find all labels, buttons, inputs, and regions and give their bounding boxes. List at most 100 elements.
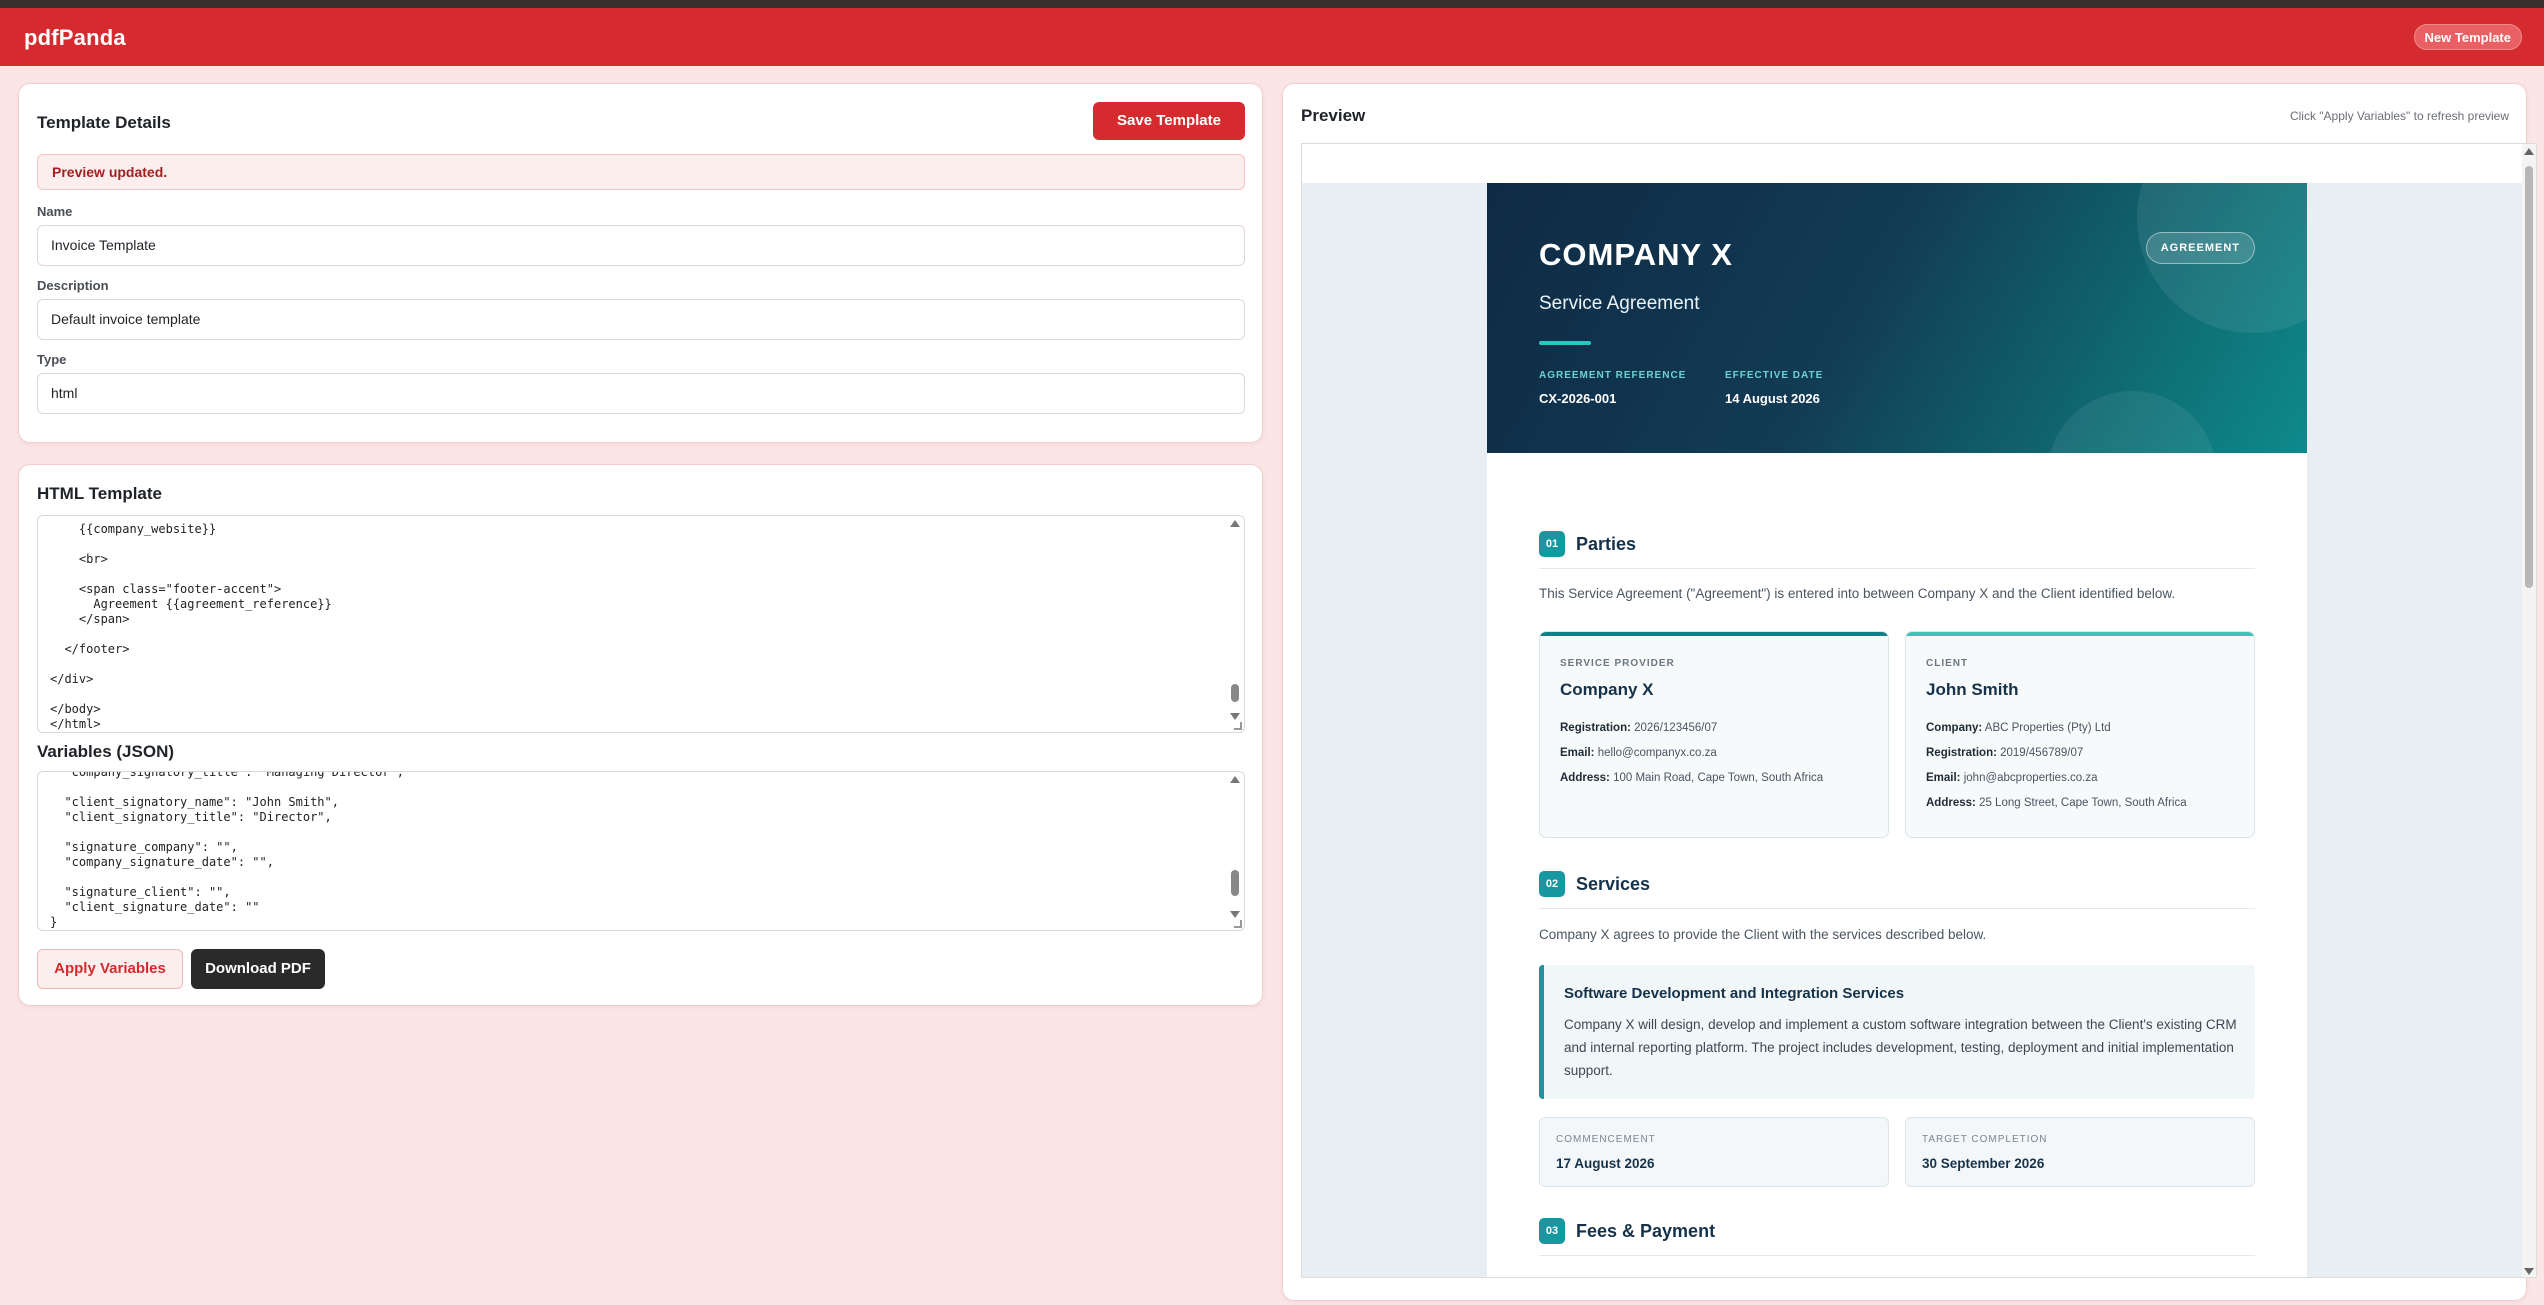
services-intro: Company X agrees to provide the Client w… — [1539, 927, 1987, 942]
document-company: COMPANY X — [1539, 237, 1733, 272]
document-subtitle: Service Agreement — [1539, 293, 1700, 314]
parties-intro: This Service Agreement ("Agreement") is … — [1539, 586, 2176, 601]
client-card: CLIENT John Smith Company: ABC Propertie… — [1905, 631, 2255, 838]
section-title: Fees & Payment — [1576, 1221, 1716, 1241]
commencement-box: COMMENCEMENT 17 August 2026 — [1539, 1117, 1889, 1187]
app-header: pdfPanda New Template — [0, 8, 2544, 66]
accent-bar — [1539, 341, 1591, 345]
provider-name: Company X — [1560, 680, 1654, 699]
row-value: 2019/456789/07 — [2000, 747, 2084, 759]
description-field[interactable]: Default invoice template — [37, 299, 1245, 340]
row-value: john@abcproperties.co.za — [1963, 772, 2098, 784]
apply-variables-button[interactable]: Apply Variables — [37, 949, 183, 989]
preview-frame[interactable]: COMPANY X Service Agreement AGREEMENT RE… — [1301, 143, 2537, 1278]
row-key: Address: — [1926, 797, 1976, 809]
preview-title: Preview — [1301, 106, 1366, 125]
card-accent — [1906, 632, 2254, 636]
scroll-down-icon[interactable] — [2524, 1268, 2534, 1275]
resize-grip-icon[interactable] — [1234, 722, 1242, 730]
type-field[interactable]: html — [37, 373, 1245, 414]
target-completion-box: TARGET COMPLETION 30 September 2026 — [1905, 1117, 2255, 1187]
variables-editor[interactable]: "company_signatory_title": "Managing Dir… — [37, 771, 1245, 931]
section-header-fees: 03 Fees & Payment — [1539, 1218, 2255, 1256]
commencement-value: 17 August 2026 — [1556, 1156, 1655, 1171]
variables-editor-scrollbar[interactable] — [1228, 774, 1242, 928]
row-key: Registration: — [1560, 722, 1631, 734]
client-row: Email: john@abcproperties.co.za — [1926, 772, 2098, 784]
service-description-box: Software Development and Integration Ser… — [1539, 965, 2255, 1099]
effective-date-value: 14 August 2026 — [1725, 391, 1820, 406]
agreement-badge: AGREEMENT — [2145, 232, 2255, 264]
section-header-parties: 01 Parties — [1539, 531, 2255, 569]
scrollbar-thumb[interactable] — [2525, 166, 2533, 588]
row-key: Registration: — [1926, 747, 1997, 759]
template-editor-card: HTML Template {{company_website}} <br> <… — [18, 464, 1263, 1006]
card-accent — [1540, 632, 1888, 636]
agreement-reference-value: CX-2026-001 — [1539, 391, 1617, 406]
row-value: 25 Long Street, Cape Town, South Africa — [1979, 797, 2187, 809]
variables-code: "company_signatory_title": "Managing Dir… — [50, 771, 405, 929]
section-number: 03 — [1539, 1218, 1565, 1244]
html-template-title: HTML Template — [37, 484, 162, 503]
section-number: 01 — [1539, 531, 1565, 557]
provider-row: Address: 100 Main Road, Cape Town, South… — [1560, 772, 1823, 784]
commencement-label: COMMENCEMENT — [1556, 1134, 1656, 1145]
row-key: Email: — [1926, 772, 1961, 784]
section-title: Parties — [1576, 534, 1637, 554]
section-number: 02 — [1539, 871, 1565, 897]
preview-updated-alert: Preview updated. — [37, 154, 1245, 190]
scroll-up-icon[interactable] — [1230, 520, 1240, 527]
resize-grip-icon[interactable] — [1234, 920, 1242, 928]
preview-hint: Click "Apply Variables" to refresh previ… — [2289, 109, 2509, 123]
client-row: Registration: 2019/456789/07 — [1926, 747, 2083, 759]
window-top-strip — [0, 0, 2544, 8]
row-key: Company: — [1926, 722, 1983, 734]
client-row: Company: ABC Properties (Pty) Ltd — [1926, 722, 2111, 734]
name-field[interactable]: Invoice Template — [37, 225, 1245, 266]
name-label: Name — [37, 204, 73, 219]
service-title: Software Development and Integration Ser… — [1564, 985, 1905, 1002]
service-provider-card: SERVICE PROVIDER Company X Registration:… — [1539, 631, 1889, 838]
provider-label: SERVICE PROVIDER — [1560, 658, 1675, 669]
scroll-down-icon[interactable] — [1230, 713, 1240, 720]
provider-row: Registration: 2026/123456/07 — [1560, 722, 1717, 734]
target-completion-label: TARGET COMPLETION — [1922, 1134, 2048, 1145]
description-label: Description — [37, 278, 109, 293]
html-template-editor[interactable]: {{company_website}} <br> <span class="fo… — [37, 515, 1245, 733]
html-template-code: {{company_website}} <br> <span class="fo… — [50, 522, 332, 731]
decor-circle — [2047, 391, 2217, 453]
row-value: hello@companyx.co.za — [1597, 747, 1717, 759]
client-name: John Smith — [1926, 680, 2019, 699]
row-key: Address: — [1560, 772, 1610, 784]
scroll-up-icon[interactable] — [1230, 776, 1240, 783]
template-details-card: Template Details Save Template Preview u… — [18, 83, 1263, 443]
new-template-button[interactable]: New Template — [2413, 24, 2522, 50]
preview-scrollbar[interactable] — [2522, 144, 2536, 1277]
service-description: Company X will design, develop and imple… — [1564, 1017, 2237, 1078]
client-label: CLIENT — [1926, 658, 1969, 669]
html-editor-scrollbar[interactable] — [1228, 518, 1242, 730]
agreement-reference-label: AGREEMENT REFERENCE — [1539, 370, 1687, 381]
scrollbar-thumb[interactable] — [1231, 870, 1239, 896]
target-completion-value: 30 September 2026 — [1922, 1156, 2045, 1171]
brand-logo[interactable]: pdfPanda — [24, 25, 126, 51]
scroll-down-icon[interactable] — [1230, 911, 1240, 918]
section-header-services: 02 Services — [1539, 871, 2255, 909]
scrollbar-thumb[interactable] — [1231, 684, 1239, 702]
preview-card: Preview Click "Apply Variables" to refre… — [1282, 83, 2537, 1301]
template-details-title: Template Details — [37, 113, 171, 132]
type-label: Type — [37, 352, 67, 367]
row-value: ABC Properties (Pty) Ltd — [1984, 722, 2111, 734]
agreement-document: COMPANY X Service Agreement AGREEMENT RE… — [1487, 183, 2307, 1277]
document-header: COMPANY X Service Agreement AGREEMENT RE… — [1487, 183, 2307, 453]
client-row: Address: 25 Long Street, Cape Town, Sout… — [1926, 797, 2187, 809]
row-value: 100 Main Road, Cape Town, South Africa — [1613, 772, 1824, 784]
save-template-button[interactable]: Save Template — [1093, 102, 1245, 140]
preview-canvas: COMPANY X Service Agreement AGREEMENT RE… — [1302, 183, 2522, 1277]
row-key: Email: — [1560, 747, 1595, 759]
effective-date-label: EFFECTIVE DATE — [1725, 370, 1824, 381]
row-value: 2026/123456/07 — [1634, 722, 1718, 734]
download-pdf-button[interactable]: Download PDF — [191, 949, 325, 989]
provider-row: Email: hello@companyx.co.za — [1560, 747, 1717, 759]
scroll-up-icon[interactable] — [2524, 148, 2534, 155]
